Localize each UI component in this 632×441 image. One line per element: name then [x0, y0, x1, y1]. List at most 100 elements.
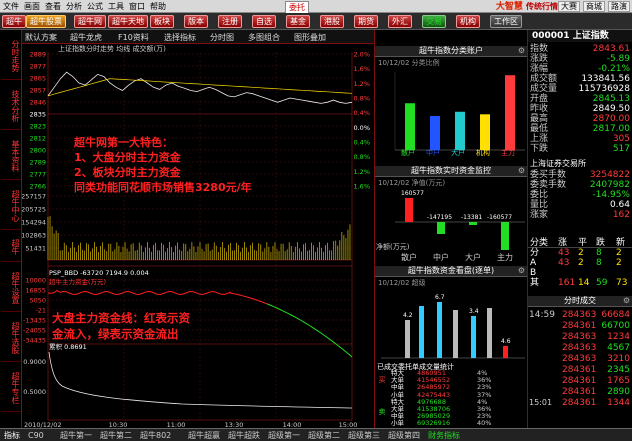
cumulative-tick-label: 0.5000 — [23, 388, 46, 396]
tb-version[interactable]: 版本 — [184, 15, 208, 28]
left-tab-technical[interactable]: 技术分析 — [1, 82, 21, 130]
link-contest[interactable]: 大赛 — [558, 1, 580, 12]
tb-chaoniu-stocks[interactable]: 超牛股票 — [26, 15, 66, 28]
intraday-chart[interactable]: 上证指数分时走势 均线 成交额(万) 2889 2877 2865 2857 2846 2… — [22, 44, 374, 428]
menu-help[interactable]: 帮助 — [150, 1, 166, 12]
quote-cell: 115736928 — [578, 84, 630, 94]
price-tick-label: 2865 — [29, 75, 46, 83]
price-tick-label: 2877 — [29, 63, 46, 71]
menu-file[interactable]: 文件 — [3, 1, 19, 12]
left-tab-stock-pick[interactable]: 超牛选股 — [1, 314, 21, 362]
stats-row: 小单 42475443 37% — [387, 391, 527, 399]
menu-analysis[interactable]: 分析 — [66, 1, 82, 12]
flow-tick-label: 10000 — [25, 277, 46, 285]
tb-workspace[interactable]: 工作区 — [490, 15, 522, 28]
cumulative-tick-label: 0.9000 — [23, 358, 46, 366]
bottom-tab-4[interactable]: 超牛802 — [140, 430, 171, 441]
bottom-tab-1[interactable]: C90 — [28, 430, 44, 441]
tb-institution[interactable]: 机构 — [456, 15, 480, 28]
tick-cell: 2345 — [607, 365, 630, 375]
ticks-header: 分时成交 ⚙ — [528, 296, 632, 307]
account-category-label: 大户 — [451, 149, 465, 157]
overlay-button[interactable]: 图形叠加 — [294, 32, 326, 43]
quote-row: 开盘 2845.13 — [528, 94, 632, 104]
tb-chaoniu-net[interactable]: 超牛网 — [74, 15, 106, 28]
percent-tick-label: 2.0% — [353, 51, 370, 59]
bottom-tab-8[interactable]: 超级第二 — [308, 430, 340, 441]
tb-favorites[interactable]: 自选 — [252, 15, 276, 28]
settings-icon[interactable]: ⚙ — [518, 166, 525, 176]
bottom-tab-5[interactable]: 超牛超赢 — [188, 430, 220, 441]
bottom-tab-2[interactable]: 超牛第一 — [60, 430, 92, 441]
link-mall[interactable]: 商城 — [583, 1, 605, 12]
menu-window[interactable]: 窗口 — [129, 1, 145, 12]
monitor-panel-title: 超牛指数实时资金监控 — [411, 166, 491, 175]
settings-icon[interactable]: ⚙ — [518, 266, 525, 276]
order-stat-cell: 量比 — [530, 200, 549, 210]
tick-cell: 14:59 — [529, 310, 555, 320]
bottom-tab-9[interactable]: 超级第三 — [348, 430, 380, 441]
account-bar-4 — [505, 75, 515, 150]
breadth-row: B — [528, 268, 632, 278]
left-tab-basic-info[interactable]: 基本资料 — [1, 132, 21, 180]
account-category-label: 机构 — [476, 149, 490, 157]
cumulative-header: 累积 0.8691 — [49, 342, 87, 351]
tb-chaoniu-world[interactable]: 超牛天地 — [108, 15, 148, 28]
link-roadshow[interactable]: 路演 — [608, 1, 630, 12]
tb-register[interactable]: 注册 — [218, 15, 242, 28]
tb-chaoniu[interactable]: 超牛 — [2, 15, 26, 28]
bottom-tab-11[interactable]: 财务指标 — [428, 430, 460, 441]
annotation-line-2: 2、板块分时主力资金 — [74, 165, 182, 179]
bottom-tab-3[interactable]: 超牛第二 — [100, 430, 132, 441]
menu-screen[interactable]: 画面 — [24, 1, 40, 12]
order-stat-cell: 委比 — [530, 190, 549, 200]
stats-cell: 40% — [477, 419, 492, 428]
tick-cell: 284361 — [562, 376, 597, 386]
menu-view[interactable]: 查看 — [45, 1, 61, 12]
settings-icon[interactable]: ⚙ — [623, 296, 630, 306]
percent-tick-label: 1.6% — [353, 65, 370, 73]
quote-cell: 2849.50 — [592, 104, 630, 114]
time-tick-label: 2010/12/02 — [24, 421, 61, 428]
menu-formula[interactable]: 公式 — [87, 1, 103, 12]
f10-button[interactable]: F10资料 — [118, 32, 149, 43]
stats-row: 中单 26485972 23% — [387, 384, 527, 391]
left-tab-column-special[interactable]: 超牛专栏 — [1, 364, 21, 412]
multi-chart-button[interactable]: 多图组合 — [248, 32, 280, 43]
bottom-tab-10[interactable]: 超级第四 — [388, 430, 420, 441]
longhu-button[interactable]: 超牛龙虎 — [70, 32, 102, 43]
left-tab-center[interactable]: 超牛中心 — [1, 182, 21, 230]
left-tab-chaoniu[interactable]: 超牛 — [1, 232, 21, 262]
tb-hk[interactable]: 港股 — [320, 15, 344, 28]
tick-cell: 3210 — [607, 354, 630, 364]
price-tick-label: 2889 — [29, 51, 46, 59]
left-tab-settings[interactable]: 超牛设置 — [1, 264, 21, 312]
percent-tick-label: 1.2% — [353, 168, 370, 176]
bottom-tab-0[interactable]: 指标 — [4, 430, 20, 441]
price-tick-label: 2800 — [29, 147, 46, 155]
indicator-select[interactable]: 选择指标 — [164, 32, 196, 43]
tb-trade[interactable]: 交易 — [422, 15, 446, 28]
tick-cell: 1344 — [607, 398, 630, 408]
settings-icon[interactable]: ⚙ — [518, 46, 525, 56]
stats-row: 大单 41546552 36% — [387, 377, 527, 384]
intraday-button[interactable]: 分时图 — [210, 32, 234, 43]
monitor-value-large: -13381 — [461, 214, 482, 221]
account-category-row: 散户 中户 大户 机构 主力 — [375, 148, 527, 158]
tb-fx[interactable]: 外汇 — [388, 15, 412, 28]
tick-cell: 284361 — [562, 365, 597, 375]
quote-row: 涨跌 -5.89 — [528, 54, 632, 64]
flow-tick-label: -13435 — [23, 317, 46, 325]
breadth-cell: 43 — [558, 258, 570, 268]
tb-fund[interactable]: 基金 — [286, 15, 310, 28]
tb-futures[interactable]: 期货 — [354, 15, 378, 28]
price-tick-label: 2857 — [29, 87, 46, 95]
bottom-tab-7[interactable]: 超级第一 — [268, 430, 300, 441]
left-tab-intraday[interactable]: 分时走势 — [1, 32, 21, 80]
tb-sector[interactable]: 板块 — [150, 15, 174, 28]
menu-tools[interactable]: 工具 — [108, 1, 124, 12]
bottom-tab-6[interactable]: 超牛超跌 — [228, 430, 260, 441]
price-tick-label: 2835 — [29, 111, 46, 119]
breadth-row: 分 43 2 8 2 — [528, 248, 632, 258]
scheme-select[interactable]: 默认方案 — [25, 32, 57, 43]
